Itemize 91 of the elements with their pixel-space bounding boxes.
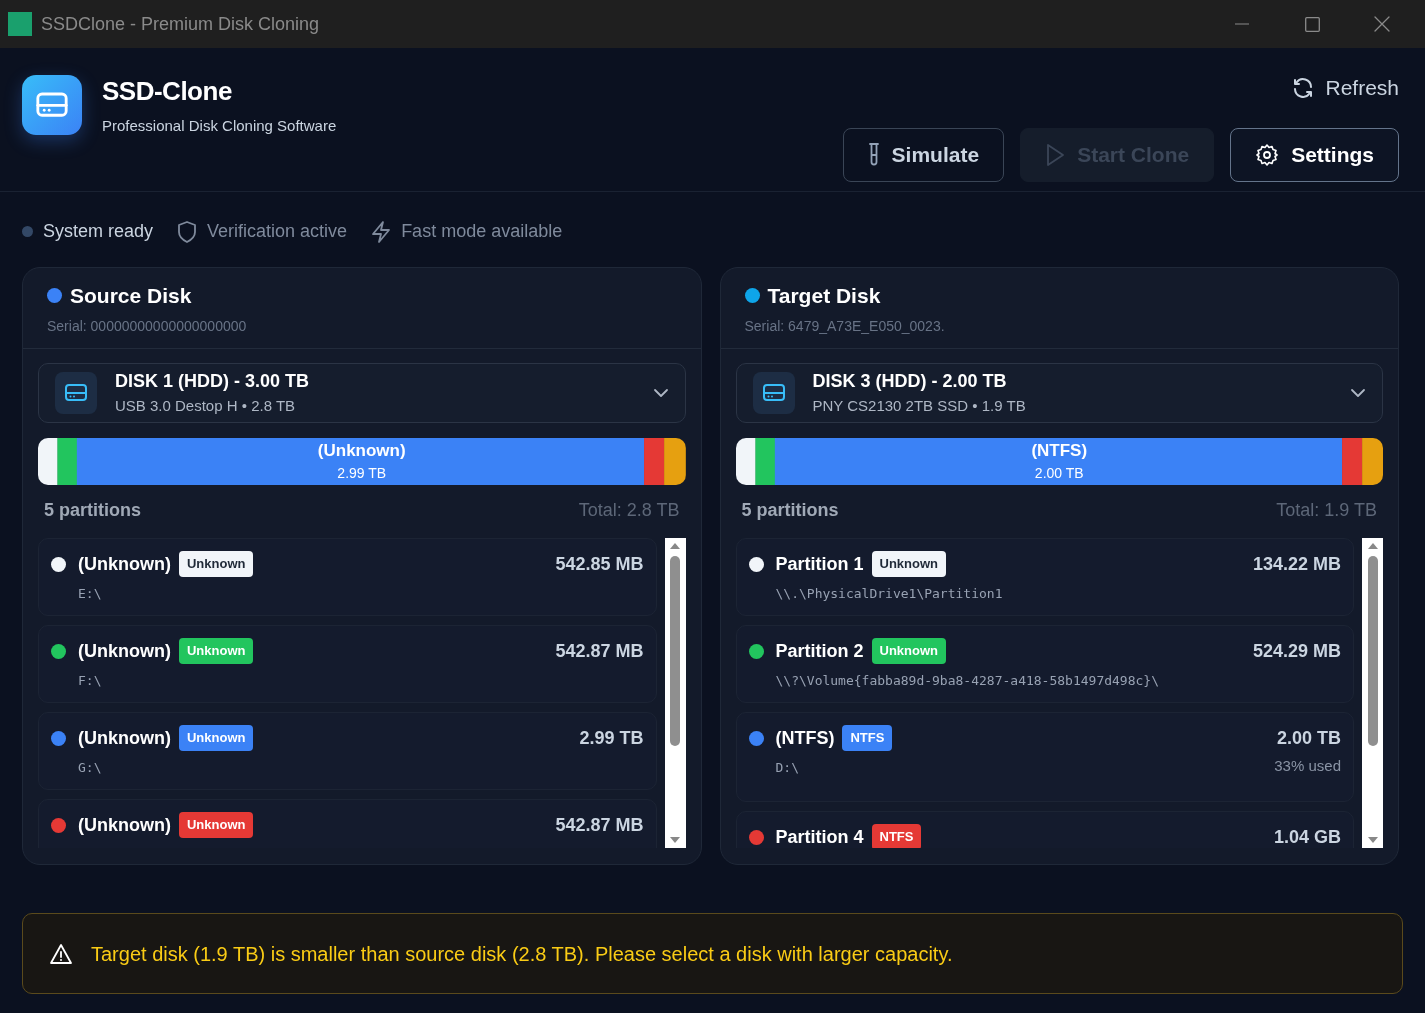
chevron-down-icon	[1350, 387, 1366, 398]
partition-path: G:\	[78, 758, 102, 777]
partition-size: 542.85 MB	[555, 552, 644, 576]
partition-name: (Unknown)	[78, 639, 171, 663]
app-subtitle: Professional Disk Cloning Software	[102, 116, 337, 136]
scrollbar[interactable]	[1362, 537, 1383, 848]
partition-size: 542.87 MB	[555, 639, 644, 663]
serial-number: Serial: 6479_A73E_E050_0023.	[744, 316, 946, 336]
partition-name: Partition 1	[775, 552, 864, 576]
partition-size: 1.04 GB	[1273, 825, 1341, 848]
warning-text: Target disk (1.9 TB) is smaller than source disk (2.8 TB). Please select a disk with larger capacity.	[91, 941, 953, 967]
disk-selector[interactable]: DISK 3 (HDD) - 2.00 TB PNY CS2130 2TB SSD • 1.9 TB	[735, 362, 1383, 423]
settings-button[interactable]: Settings	[1230, 127, 1399, 182]
partition-count: 5 partitions	[44, 498, 141, 522]
partition-path: F:\	[78, 671, 102, 690]
scroll-up-icon	[1366, 541, 1379, 550]
app-icon	[8, 12, 32, 36]
partition-size: 542.87 MB	[555, 813, 644, 837]
partition-row[interactable]: (NTFS) NTFS 2.00 TB D:\ 33% used	[735, 711, 1354, 802]
partition-size: 2.99 TB	[579, 726, 644, 750]
bar-label: (NTFS)	[1031, 439, 1088, 462]
status-text: Fast mode available	[401, 220, 563, 243]
lightning-icon	[371, 219, 392, 244]
partition-path: \\.\PhysicalDrive1\Partition1	[775, 584, 1003, 603]
minimize-icon	[1235, 23, 1249, 25]
panel-title: Target Disk	[767, 283, 881, 309]
partition-size: 2.00 TB	[1276, 726, 1341, 750]
partition-size: 524.29 MB	[1252, 639, 1341, 663]
partition-row[interactable]: (Unknown) Unknown 542.85 MB E:\	[38, 537, 657, 616]
scroll-up-icon	[669, 541, 681, 550]
maximize-icon	[1304, 16, 1320, 32]
panel-title: Source Disk	[70, 283, 192, 309]
partition-path: D:\	[775, 758, 799, 777]
status-text: System ready	[43, 220, 154, 243]
partition-name: Partition 2	[775, 639, 864, 663]
scroll-down-icon	[1366, 835, 1379, 844]
app-name: SSD-Clone	[102, 75, 233, 108]
filesystem-tag: Unknown	[179, 725, 254, 751]
partition-name: (Unknown)	[78, 552, 171, 576]
bar-label: (Unknown)	[317, 439, 406, 462]
bar-size: 2.00 TB	[1034, 464, 1084, 484]
scroll-thumb[interactable]	[670, 555, 680, 746]
disk-selector[interactable]: DISK 1 (HDD) - 3.00 TB USB 3.0 Destop H • 2.8 TB	[38, 362, 686, 423]
test-tube-icon	[867, 141, 880, 168]
filesystem-tag: Unknown	[179, 551, 254, 577]
partition-size: 134.22 MB	[1252, 552, 1341, 576]
total-size: Total: 1.9 TB	[1276, 498, 1377, 522]
partition-row[interactable]: (Unknown) Unknown 542.87 MB F:\	[38, 624, 657, 703]
partition-count: 5 partitions	[741, 498, 839, 522]
scrollbar[interactable]	[664, 537, 686, 848]
partition-path: \\?\Volume{fabba89d-9ba8-4287-a418-58b1497d498c}\	[775, 671, 1159, 690]
drive-icon	[761, 382, 786, 403]
close-icon	[1374, 16, 1390, 32]
serial-number: Serial: 00000000000000000000	[47, 316, 248, 336]
partition-name: (Unknown)	[78, 726, 171, 750]
partition-path: E:\	[78, 584, 102, 603]
drive-icon	[64, 382, 88, 403]
scroll-down-icon	[669, 835, 681, 844]
settings-icon	[1255, 142, 1280, 167]
shield-icon	[177, 219, 198, 244]
drive-icon	[35, 91, 69, 119]
scroll-thumb[interactable]	[1367, 555, 1378, 746]
filesystem-tag: Unknown	[871, 551, 946, 577]
refresh-button[interactable]: Refresh	[1291, 72, 1399, 104]
partition-row[interactable]: (Unknown) Unknown 2.99 TB G:\	[38, 711, 657, 790]
partition-name: (Unknown)	[78, 813, 171, 837]
simulate-button[interactable]: Simulate	[842, 127, 1005, 182]
status-dot	[22, 226, 33, 237]
partition-name: (NTFS)	[775, 726, 835, 750]
filesystem-tag: NTFS	[842, 725, 893, 751]
partition-row[interactable]: Partition 1 Unknown 134.22 MB \\.\PhysicalDrive1\Partition1	[735, 537, 1354, 616]
filesystem-tag: Unknown	[179, 638, 254, 664]
partition-row[interactable]: Partition 2 Unknown 524.29 MB \\?\Volume{fabba89d-9ba8-4287-a418-58b1497d498c}\	[735, 624, 1354, 703]
disk-name: DISK 1 (HDD) - 3.00 TB	[115, 369, 311, 393]
total-size: Total: 2.8 TB	[578, 498, 680, 522]
partition-row[interactable]: Partition 4 NTFS 1.04 GB	[735, 810, 1354, 848]
warning-icon	[49, 942, 73, 965]
window-title: SSDClone - Premium Disk Cloning	[41, 12, 320, 36]
usage-text: 33% used	[1274, 755, 1341, 776]
disk-detail: PNY CS2130 2TB SSD • 1.9 TB	[812, 395, 1027, 416]
disk-name: DISK 3 (HDD) - 2.00 TB	[812, 369, 1008, 393]
filesystem-tag: Unknown	[179, 812, 254, 838]
chevron-down-icon	[652, 387, 669, 398]
partition-name: Partition 4	[775, 825, 864, 848]
partition-row[interactable]: (Unknown) Unknown 542.87 MB	[38, 798, 657, 848]
filesystem-tag: NTFS	[871, 824, 922, 848]
play-icon	[1045, 142, 1066, 167]
filesystem-tag: Unknown	[871, 638, 946, 664]
disk-detail: USB 3.0 Destop H • 2.8 TB	[115, 395, 297, 416]
bar-size: 2.99 TB	[337, 464, 387, 484]
status-text: Verification active	[207, 220, 348, 243]
